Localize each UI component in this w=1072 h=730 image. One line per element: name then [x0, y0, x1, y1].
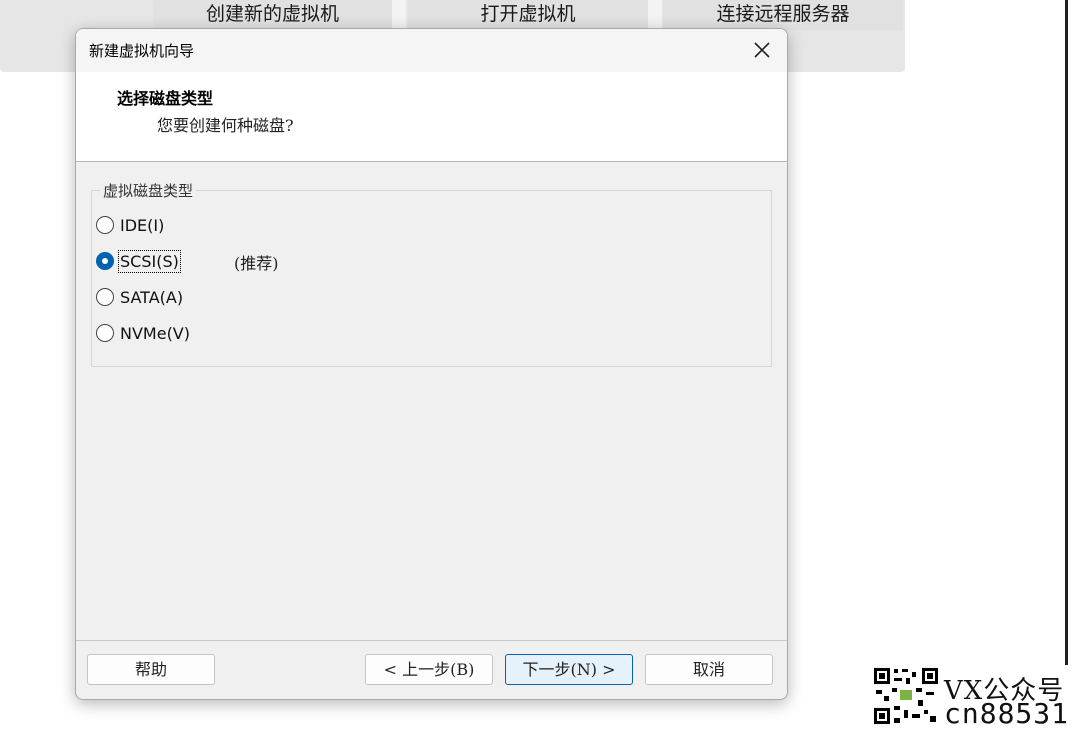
- help-button[interactable]: 帮助: [87, 654, 215, 685]
- group-label: 虚拟磁盘类型: [100, 180, 197, 201]
- connect-remote-server-button[interactable]: 连接远程服务器: [663, 0, 903, 30]
- dialog-titlebar: 新建虚拟机向导: [76, 29, 787, 72]
- radio-button[interactable]: [96, 288, 114, 306]
- disk-type-group: 虚拟磁盘类型: [91, 180, 772, 367]
- radio-label: NVMe(V): [120, 323, 190, 343]
- page-title: 选择磁盘类型: [117, 89, 214, 108]
- open-vm-button[interactable]: 打开虚拟机: [408, 0, 648, 30]
- wizard-header: 选择磁盘类型 您要创建何种磁盘?: [76, 72, 787, 162]
- radio-button-selected[interactable]: [96, 252, 114, 270]
- radio-scsi[interactable]: SCSI(S): [96, 249, 181, 273]
- footer-divider: [76, 640, 787, 641]
- radio-button[interactable]: [96, 324, 114, 342]
- dialog-title: 新建虚拟机向导: [89, 42, 195, 60]
- radio-label: IDE(I): [120, 215, 165, 235]
- close-button[interactable]: [739, 33, 785, 67]
- new-vm-wizard-dialog: 新建虚拟机向导 选择磁盘类型 您要创建何种磁盘? 虚拟磁盘类型 IDE(I) S…: [75, 28, 788, 700]
- back-button[interactable]: < 上一步(B): [365, 654, 493, 685]
- radio-ide[interactable]: IDE(I): [96, 213, 164, 237]
- page-subtitle: 您要创建何种磁盘?: [157, 116, 294, 135]
- create-vm-button[interactable]: 创建新的虚拟机: [153, 0, 392, 30]
- recommended-note: (推荐): [234, 254, 279, 273]
- radio-label: SATA(A): [120, 287, 184, 307]
- watermark: VX公众号 cn88531: [872, 666, 1072, 730]
- watermark-line2: cn88531: [944, 697, 1070, 730]
- radio-label: SCSI(S): [118, 249, 181, 273]
- qr-code-icon: [872, 666, 940, 726]
- radio-nvme[interactable]: NVMe(V): [96, 321, 190, 345]
- cancel-button[interactable]: 取消: [645, 654, 773, 685]
- close-icon: [754, 42, 770, 58]
- window-edge: [1065, 0, 1068, 665]
- next-button[interactable]: 下一步(N) >: [505, 654, 633, 685]
- radio-sata[interactable]: SATA(A): [96, 285, 183, 309]
- radio-button[interactable]: [96, 216, 114, 234]
